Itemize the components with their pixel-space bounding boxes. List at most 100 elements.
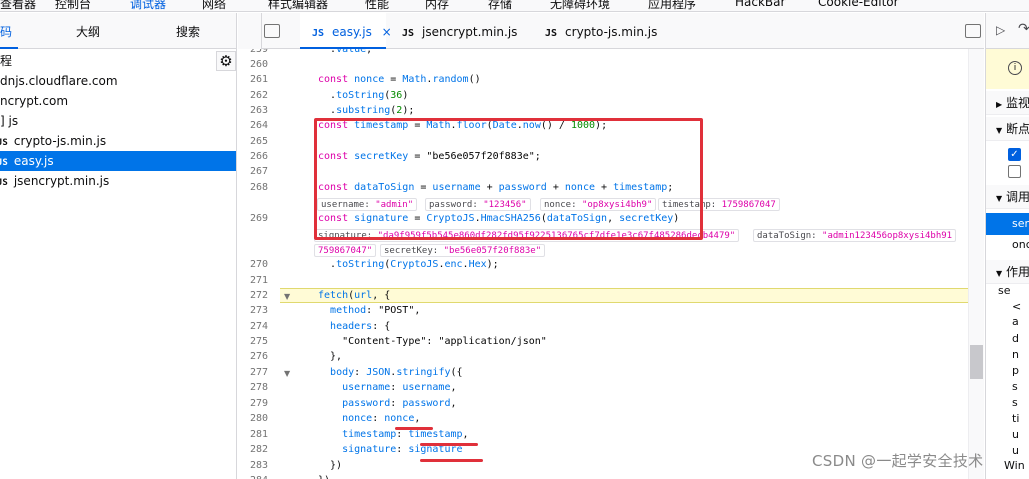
tab-performance[interactable]: 性能 [365, 0, 389, 11]
line-number[interactable]: 268 [238, 182, 268, 193]
line-number[interactable]: 265 [238, 136, 268, 147]
tab-console[interactable]: 控制台 [55, 0, 91, 11]
line-number[interactable]: 259 [238, 49, 268, 55]
line-number[interactable]: 261 [238, 74, 268, 85]
tab-outline[interactable]: 大纲 [76, 23, 100, 40]
scope-item[interactable]: u [1012, 444, 1019, 457]
tab-debugger[interactable]: 调试器 [130, 0, 166, 11]
editor-scrollbar-thumb[interactable] [970, 345, 983, 379]
line-number[interactable]: 260 [238, 59, 268, 70]
source-tree-item[interactable]: dnjs.cloudflare.com [0, 71, 236, 91]
editor-tab-jsencrypt[interactable]: JS jsencrypt.min.js [402, 13, 517, 49]
line-number[interactable]: 284 [238, 475, 268, 479]
js-file-icon: JS [312, 28, 325, 39]
annotation-underline [420, 459, 483, 462]
line-number[interactable]: 262 [238, 90, 268, 101]
scope-item[interactable]: s [1012, 396, 1018, 409]
line-number[interactable]: 282 [238, 444, 268, 455]
source-tree-item[interactable]: ncrypt.com [0, 91, 236, 111]
scope-item[interactable]: ti [1012, 412, 1019, 425]
line-number[interactable]: 278 [238, 382, 268, 393]
code-editor[interactable]: 259 .value; 260 261 const nonce = Math.rand… [238, 49, 984, 479]
code-line: body: JSON.stringify({ [330, 367, 463, 378]
editor-tab-easy-js[interactable]: JS easy.js × [300, 13, 392, 49]
line-number[interactable]: 277 [238, 367, 268, 378]
line-number[interactable]: 264 [238, 120, 268, 131]
line-number[interactable]: 272 [238, 290, 268, 301]
fold-arrow-icon[interactable]: ▼ [284, 369, 290, 378]
js-file-icon: JS [0, 178, 8, 188]
line-number[interactable]: 280 [238, 413, 268, 424]
scope-item[interactable]: a [1012, 315, 1019, 328]
code-line: .toString(CryptoJS.enc.Hex); [318, 259, 499, 270]
toggle-sidebar-icon[interactable] [264, 24, 280, 38]
toggle-panel-icon[interactable] [965, 24, 981, 38]
source-file-easy-js[interactable]: JS easy.js [0, 151, 236, 171]
sources-panel: 码 大纲 搜索 ⚙ 程 dnjs.cloudflare.com ncrypt.c… [0, 13, 237, 479]
editor-tab-bar: JS easy.js × JS jsencrypt.min.js JS crypto-… [262, 13, 984, 49]
scope-window[interactable]: Win [1004, 459, 1025, 472]
close-icon[interactable]: × [382, 25, 392, 39]
source-file-crypto-js[interactable]: JS crypto-js.min.js [0, 131, 236, 151]
code-line: "Content-Type": "application/json" [342, 336, 547, 347]
checkbox-checked[interactable]: ✓ [1008, 148, 1021, 161]
line-number[interactable]: 276 [238, 351, 268, 362]
tab-inspector[interactable]: 查看器 [0, 0, 36, 11]
line-number[interactable]: 281 [238, 429, 268, 440]
line-number[interactable]: 273 [238, 305, 268, 316]
section-watch[interactable]: ▶ 监视 [986, 91, 1029, 115]
section-scopes[interactable]: ▼ 作用 [986, 260, 1029, 284]
section-breakpoints[interactable]: ▼ 断点 [986, 117, 1029, 141]
tab-style-editor[interactable]: 样式编辑器 [268, 0, 328, 11]
tab-memory[interactable]: 内存 [425, 0, 449, 11]
checkbox-unchecked[interactable] [1008, 165, 1021, 178]
tab-sources[interactable]: 码 [0, 23, 12, 40]
tab-hackbar[interactable]: HackBar [735, 0, 785, 9]
line-number[interactable]: 267 [238, 166, 268, 177]
tab-network[interactable]: 网络 [202, 0, 226, 11]
source-tree-item[interactable]: ] js [0, 111, 236, 131]
source-label: ] js [0, 114, 19, 128]
code-line: fetch(url, { [318, 290, 391, 301]
resume-icon[interactable]: ▷ [996, 23, 1005, 37]
scope-item[interactable]: < [1012, 300, 1021, 313]
line-number[interactable]: 283 [238, 460, 268, 471]
step-over-icon[interactable]: ↷ [1018, 21, 1029, 37]
line-number[interactable]: 266 [238, 151, 268, 162]
line-number[interactable]: 269 [238, 213, 268, 224]
scope-item[interactable]: s [1012, 380, 1018, 393]
source-file-jsencrypt[interactable]: JS jsencrypt.min.js [0, 171, 236, 191]
scope-item[interactable]: u [1012, 428, 1019, 441]
fold-arrow-icon[interactable]: ▼ [284, 292, 290, 301]
source-label: 程 [0, 54, 13, 68]
editor-scrollbar[interactable] [968, 49, 984, 479]
line-number[interactable]: 270 [238, 259, 268, 270]
tab-storage[interactable]: 存储 [488, 0, 512, 11]
code-line: password: password, [342, 398, 457, 409]
call-frame-selected[interactable]: sen [986, 213, 1029, 235]
line-number[interactable]: 263 [238, 105, 268, 116]
tab-accessibility[interactable]: 无障碍环境 [550, 0, 610, 11]
code-line: .substring(2); [318, 105, 415, 116]
code-line: .value; [318, 49, 373, 55]
scope-item[interactable]: n [1012, 348, 1019, 361]
line-number[interactable]: 279 [238, 398, 268, 409]
call-frame[interactable]: onc [1012, 238, 1029, 251]
editor-tab-crypto-js[interactable]: JS crypto-js.min.js [545, 13, 657, 49]
line-number[interactable]: 271 [238, 275, 268, 286]
section-call-stack[interactable]: ▼ 调用 [986, 185, 1029, 209]
line-number[interactable]: 274 [238, 321, 268, 332]
scope-item[interactable]: se [998, 284, 1011, 297]
tab-application[interactable]: 应用程序 [648, 0, 696, 11]
scope-item[interactable]: d [1012, 332, 1019, 345]
tab-search[interactable]: 搜索 [176, 23, 200, 40]
tab-cookie-editor[interactable]: Cookie-Editor [818, 0, 899, 9]
line-number[interactable]: 275 [238, 336, 268, 347]
source-tree-item[interactable]: 程 [0, 51, 236, 71]
sources-tabs: 码 大纲 搜索 [0, 13, 236, 49]
inline-value: secretKey: "be56e057f20f883e" [380, 244, 546, 257]
inline-value: 759867047" [314, 244, 377, 257]
source-label: crypto-js.min.js [13, 134, 107, 148]
scope-item[interactable]: p [1012, 364, 1019, 377]
code-line: headers: { [330, 321, 391, 332]
